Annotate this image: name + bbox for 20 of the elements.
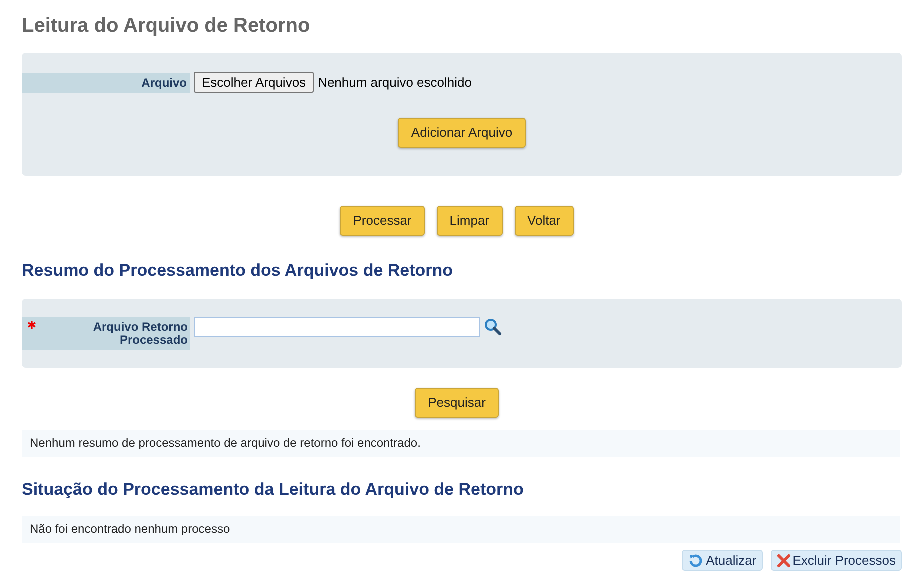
- delete-button[interactable]: Excluir Processos: [770, 550, 902, 571]
- action-button[interactable]: Processar: [340, 206, 425, 236]
- refresh-icon: [688, 552, 704, 568]
- choose-file-button[interactable]: Escolher Arquivos: [194, 72, 314, 93]
- empty-message: Nenhum resumo de processamento de arquivo de retorno foi encontrado.: [22, 430, 900, 456]
- page-title: Leitura do Arquivo de Retorno: [22, 14, 312, 38]
- field-label: Arquivo Retorno Processado: [22, 316, 190, 350]
- action-button[interactable]: Limpar: [436, 206, 503, 236]
- field-label: Arquivo: [22, 72, 190, 92]
- add-file-button[interactable]: Adicionar Arquivo: [398, 118, 526, 148]
- delete-icon: [776, 554, 791, 568]
- section-heading: Resumo do Processamento dos Arquivos de Retorno: [22, 260, 454, 282]
- search-button[interactable]: Pesquisar: [415, 388, 499, 418]
- input-field[interactable]: [194, 316, 480, 336]
- section-heading: Situação do Processamento da Leitura do Arquivo de Retorno: [22, 478, 525, 500]
- file-status: Nenhum arquivo escolhido: [318, 74, 472, 92]
- action-button[interactable]: Voltar: [514, 206, 574, 236]
- search-icon[interactable]: [484, 318, 502, 336]
- empty-message: Não foi encontrado nenhum processo: [22, 516, 900, 543]
- refresh-button[interactable]: Atualizar: [682, 550, 763, 571]
